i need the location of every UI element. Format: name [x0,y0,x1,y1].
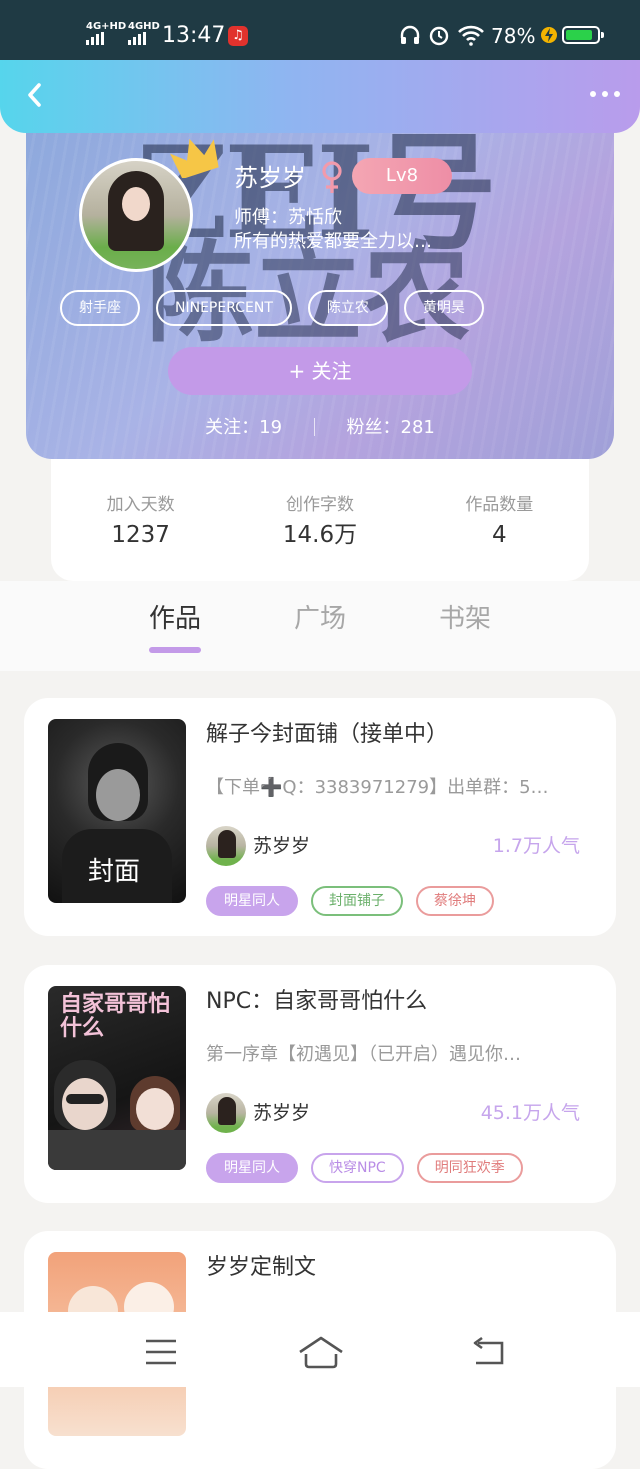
work-tag[interactable]: 封面铺子 [311,886,403,916]
master-text[interactable]: 师傅：苏恬欣 [234,206,342,230]
home-icon[interactable] [296,1332,346,1372]
author-avatar[interactable] [206,1093,246,1133]
popularity-count: 1.7万人气 [492,835,580,857]
work-card[interactable]: 封面 解子今封面铺（接单中） 【下单➕Q：3383971279】出单群：5… 苏… [24,698,616,936]
more-dots-icon[interactable] [590,91,620,97]
work-cover[interactable]: 自家哥哥怕什么 [48,986,186,1170]
stat-join-days: 加入天数 1237 [51,459,230,581]
chevron-left-icon[interactable] [22,79,50,111]
level-badge: Lv8 [352,158,452,194]
following-count[interactable]: 关注：19 [205,417,282,438]
clock: 13:47 [162,23,226,48]
tab-square[interactable]: 广场 [275,601,365,637]
profile-banner: ZEI号 陈立农 苏岁岁 Lv8 师傅：苏恬欣 所有的热爱都要全力以… 射手座 … [26,110,614,459]
follow-button[interactable]: + 关注 [168,347,472,395]
system-nav-bar [0,1312,640,1387]
network-indicator-2: 4GHD [128,21,160,32]
back-arrow-icon[interactable] [464,1332,514,1372]
work-title[interactable]: 解子今封面铺（接单中） [206,720,448,750]
female-icon [322,161,342,193]
tab-works[interactable]: 作品 [130,601,220,637]
follow-stats: 关注：19 粉丝：281 [26,414,614,442]
music-app-icon: ♫ [228,26,248,46]
work-tag[interactable]: 蔡徐坤 [416,886,494,916]
signal-icon [86,32,104,45]
profile-tag[interactable]: 射手座 [60,290,140,326]
author-name[interactable]: 苏岁岁 [253,832,310,860]
cover-title: 封面 [88,857,141,887]
network-indicator-1: 4G+HD [86,21,127,32]
crown-icon [170,138,219,178]
popularity-count: 45.1万人气 [480,1102,580,1124]
author-name[interactable]: 苏岁岁 [253,1099,310,1127]
work-description: 第一序章【初遇见】（已开启）遇见你… [206,1044,521,1065]
bio-text: 所有的热爱都要全力以… [234,231,432,252]
status-bar: 4G+HD 4GHD 13:47 ♫ 78% [0,0,640,60]
tab-bar: 作品 广场 书架 [0,581,640,671]
signal-icon-2 [128,32,146,45]
tab-bookshelf[interactable]: 书架 [420,601,510,637]
cover-title: 自家哥哥怕什么 [60,991,171,1041]
work-tag[interactable]: 明星同人 [206,1153,298,1183]
battery-icon [562,26,604,44]
stat-value: 4 [492,522,507,548]
fans-count[interactable]: 粉丝：281 [347,417,435,438]
work-card[interactable]: 自家哥哥怕什么 NPC：自家哥哥怕什么 第一序章【初遇见】（已开启）遇见你… 苏… [24,965,616,1203]
work-tag[interactable]: 快穿NPC [311,1153,404,1183]
work-description: 【下单➕Q：3383971279】出单群：5… [206,777,549,798]
work-title[interactable]: NPC：自家哥哥怕什么 [206,987,427,1017]
divider [313,418,315,436]
work-tags: 明星同人 快穿NPC 明同狂欢季 [206,1153,523,1183]
author-avatar[interactable] [206,826,246,866]
work-cover[interactable]: 封面 [48,719,186,903]
stat-word-count: 创作字数 14.6万 [230,459,409,581]
stat-works-count: 作品数量 4 [410,459,589,581]
headphones-icon [400,25,420,44]
profile-tag[interactable]: NINEPERCENT [156,290,292,326]
stat-label: 创作字数 [285,495,354,515]
nickname: 苏岁岁 [234,164,306,192]
profile-tag[interactable]: 黄明昊 [403,290,484,326]
battery-percent: 78% [491,24,536,48]
work-title[interactable]: 岁岁定制文 [206,1253,316,1283]
menu-icon[interactable] [136,1332,186,1372]
alarm-icon [429,26,449,46]
top-header [0,57,640,133]
wifi-icon [458,25,484,46]
profile-tags: 射手座 NINEPERCENT 陈立农 黄明昊 [60,290,484,326]
stat-value: 1237 [111,522,170,548]
profile-tag[interactable]: 陈立农 [307,290,388,326]
stat-label: 加入天数 [106,495,175,515]
work-tags: 明星同人 封面铺子 蔡徐坤 [206,886,494,916]
stat-label: 作品数量 [465,495,534,515]
work-tag[interactable]: 明同狂欢季 [416,1153,523,1183]
tab-active-indicator [149,647,201,653]
charging-icon [541,27,557,43]
stats-card: 加入天数 1237 创作字数 14.6万 作品数量 4 [51,459,589,581]
work-tag[interactable]: 明星同人 [206,886,298,916]
stat-value: 14.6万 [282,522,358,548]
